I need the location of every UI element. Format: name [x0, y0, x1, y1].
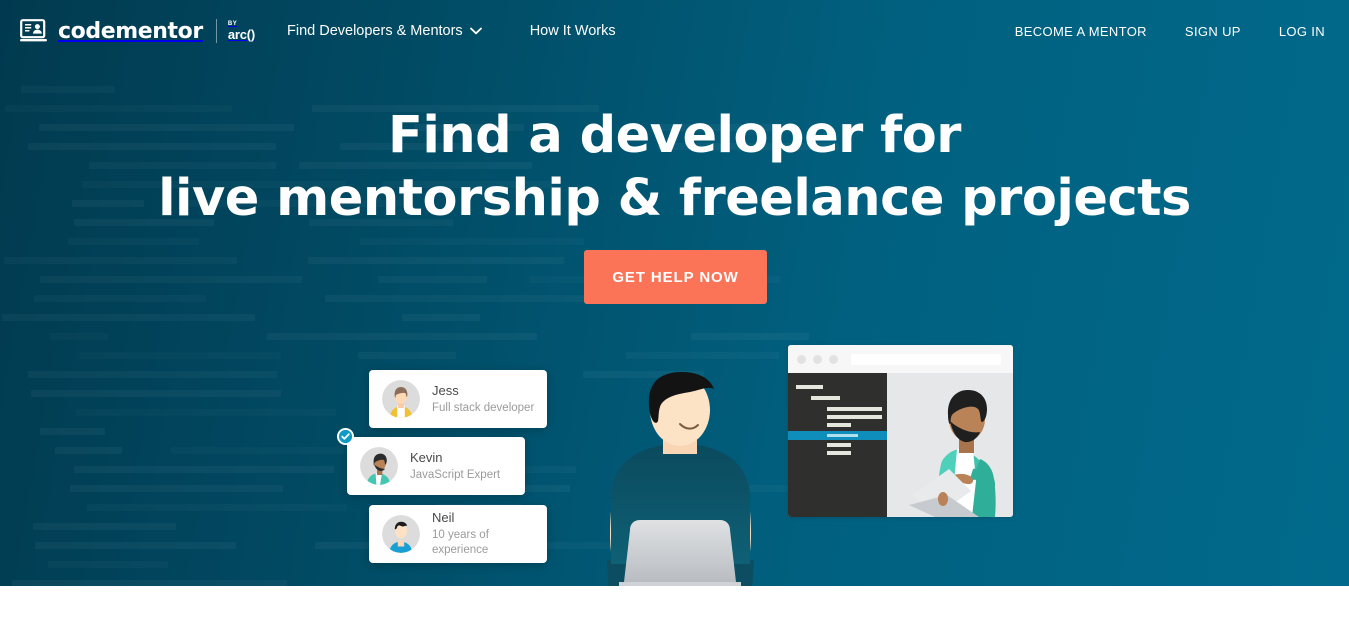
browser-mockup: [788, 345, 1013, 517]
mentor-name: Jess: [432, 382, 459, 398]
nav-sign-up[interactable]: SIGN UP: [1185, 24, 1241, 39]
hero-section: codementor BY arc() Find Developers & Me…: [0, 0, 1349, 586]
hero-headline-line1: Find a developer for: [388, 106, 961, 165]
nav-log-in[interactable]: LOG IN: [1279, 24, 1325, 39]
hero-headline: Find a developer for live mentorship & f…: [0, 104, 1349, 230]
nav-how-it-works[interactable]: How It Works: [530, 23, 616, 39]
chevron-down-icon: [469, 27, 482, 35]
hero-headline-line2: live mentorship & freelance projects: [158, 169, 1191, 228]
mentor-role: Full stack developer: [432, 401, 535, 414]
mentor-card-jess[interactable]: Jess Full stack developer: [369, 370, 547, 428]
avatar-kevin: [360, 447, 398, 485]
mentor-info-kevin: Kevin JavaScript Expert: [410, 450, 500, 483]
mentor-info-jess: Jess Full stack developer: [432, 383, 534, 416]
arc-wordmark: arc(): [227, 27, 255, 42]
avatar-neil: [382, 515, 420, 553]
mentor-standing-with-laptop-icon: [887, 373, 1013, 517]
person-with-laptop-icon: [607, 372, 754, 586]
get-help-now-button[interactable]: GET HELP NOW: [584, 250, 767, 304]
primary-nav-links: Find Developers & Mentors How It Works: [287, 23, 616, 39]
browser-content: [788, 373, 1013, 517]
nav-how-it-works-label: How It Works: [529, 23, 616, 39]
window-dot-green: [829, 354, 838, 364]
mentor-name: Kevin: [410, 449, 443, 465]
brand-logo[interactable]: codementor BY arc(): [20, 19, 255, 44]
mentor-card-neil[interactable]: Neil 10 years of experience: [369, 505, 547, 563]
mentor-info-neil: Neil 10 years of experience: [432, 510, 547, 558]
mentor-role: JavaScript Expert: [410, 468, 501, 481]
brand-wordmark: codementor: [58, 18, 203, 44]
nav-become-a-mentor[interactable]: BECOME A MENTOR: [1015, 24, 1147, 39]
code-editor-panel: [788, 373, 887, 517]
logo-divider: [215, 19, 217, 43]
url-bar[interactable]: [851, 353, 1001, 365]
secondary-nav-links: BECOME A MENTOR SIGN UP LOG IN: [1015, 24, 1325, 39]
mentor-role: 10 years of experience: [432, 529, 489, 556]
window-dot-yellow: [813, 354, 822, 364]
verified-check-icon: [337, 428, 354, 445]
nav-find-developers[interactable]: Find Developers & Mentors: [287, 23, 482, 39]
browser-title-bar: [788, 345, 1013, 373]
laptop-profile-icon: [20, 19, 47, 42]
arc-sublogo: BY arc(): [228, 21, 255, 41]
top-navigation-bar: codementor BY arc() Find Developers & Me…: [0, 0, 1349, 62]
window-dot-red: [797, 354, 806, 364]
mentor-card-kevin[interactable]: Kevin JavaScript Expert: [347, 437, 525, 495]
mentor-name: Neil: [432, 510, 455, 525]
avatar-jess: [382, 380, 420, 418]
nav-find-developers-label: Find Developers & Mentors: [287, 23, 463, 39]
